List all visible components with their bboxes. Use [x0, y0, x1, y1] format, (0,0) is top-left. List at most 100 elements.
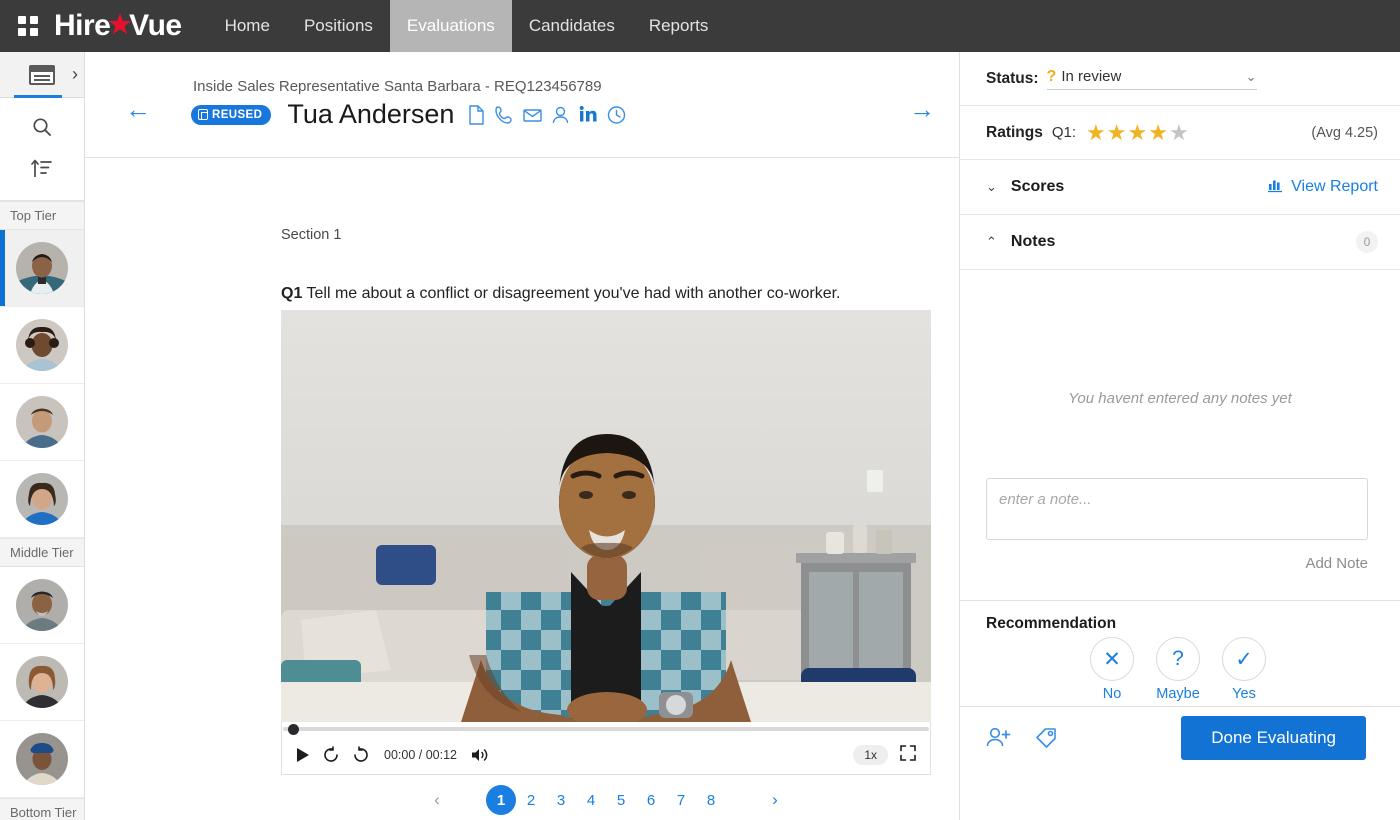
profile-icon[interactable] — [552, 105, 569, 125]
progress-knob[interactable] — [288, 724, 299, 735]
recommendation-yes[interactable]: ✓ Yes — [1222, 637, 1266, 702]
panel-footer: Done Evaluating — [960, 706, 1400, 768]
list-panel-icon[interactable] — [29, 65, 55, 85]
candidate-thumb-3[interactable] — [0, 384, 84, 461]
player-controls: 00:00 / 00:12 1x — [281, 722, 931, 775]
star-4-icon[interactable]: ★ — [1148, 122, 1168, 144]
question-text: Tell me about a conflict or disagreement… — [302, 285, 840, 302]
add-note-button[interactable]: Add Note — [1305, 555, 1368, 572]
video-frame[interactable] — [281, 310, 931, 722]
view-report-link[interactable]: View Report — [1267, 177, 1378, 198]
time-display: 00:00 / 00:12 — [384, 748, 457, 762]
pagination-page-7[interactable]: 7 — [666, 785, 696, 815]
rail-header: › — [0, 52, 84, 98]
position-requisition-line: Inside Sales Representative Santa Barbar… — [193, 78, 602, 95]
status-dropdown[interactable]: ? In review ⌄ — [1047, 68, 1257, 90]
star-3-icon[interactable]: ★ — [1128, 122, 1148, 144]
evaluation-side-panel: Status: ? In review ⌄ Ratings Q1: ★ ★ ★ … — [959, 52, 1400, 820]
chevron-down-icon[interactable]: ⌄ — [986, 179, 997, 195]
tag-icon[interactable] — [1034, 726, 1058, 750]
pagination-next[interactable]: › — [760, 785, 790, 815]
chevron-up-icon[interactable]: ⌃ — [986, 234, 997, 250]
pagination-page-5[interactable]: 5 — [606, 785, 636, 815]
pagination-page-2[interactable]: 2 — [516, 785, 546, 815]
interview-main-panel: ← → Inside Sales Representative Santa Ba… — [85, 52, 959, 820]
note-input-wrapper — [986, 478, 1368, 540]
phone-icon[interactable] — [495, 105, 513, 125]
recommendation-no-label: No — [1103, 686, 1122, 702]
status-badge-label: REUSED — [212, 109, 262, 121]
view-report-label: View Report — [1291, 178, 1378, 196]
rewind-icon[interactable] — [322, 746, 340, 764]
brand-star-icon: ★ — [108, 9, 131, 40]
tier-label-middle: Middle Tier — [0, 538, 84, 567]
pagination-page-4[interactable]: 4 — [576, 785, 606, 815]
star-2-icon[interactable]: ★ — [1107, 122, 1127, 144]
fullscreen-icon[interactable] — [900, 745, 916, 766]
star-rating[interactable]: ★ ★ ★ ★ ★ — [1086, 122, 1189, 144]
email-icon[interactable] — [523, 105, 542, 125]
previous-candidate-arrow[interactable]: ← — [123, 96, 153, 122]
resume-document-icon[interactable] — [468, 105, 485, 125]
nav-item-candidates[interactable]: Candidates — [512, 0, 632, 52]
search-icon[interactable] — [0, 106, 84, 148]
recommendation-maybe[interactable]: ? Maybe — [1156, 637, 1200, 702]
volume-icon[interactable] — [471, 747, 489, 763]
play-icon[interactable] — [296, 747, 310, 763]
next-candidate-arrow[interactable]: → — [907, 96, 937, 122]
recommendation-section: Recommendation ✕ No ? Maybe ✓ Yes — [960, 600, 1400, 706]
ratings-row: Ratings Q1: ★ ★ ★ ★ ★ (Avg 4.25) — [960, 106, 1400, 160]
avatar — [16, 396, 68, 448]
video-player: 00:00 / 00:12 1x — [281, 310, 931, 775]
candidate-name-row: REUSED Tua Andersen — [191, 99, 626, 130]
star-5-icon[interactable]: ★ — [1169, 122, 1189, 144]
recommendation-no[interactable]: ✕ No — [1090, 637, 1134, 702]
hirevue-logo[interactable]: Hire★Vue — [54, 9, 182, 43]
rail-active-indicator — [14, 95, 62, 98]
nav-item-reports[interactable]: Reports — [632, 0, 726, 52]
candidate-thumb-7[interactable] — [0, 721, 84, 798]
done-evaluating-button[interactable]: Done Evaluating — [1181, 716, 1366, 760]
note-input[interactable] — [987, 479, 1367, 539]
nav-item-positions[interactable]: Positions — [287, 0, 390, 52]
candidate-thumb-1[interactable] — [0, 230, 84, 307]
add-user-icon[interactable] — [986, 726, 1012, 750]
question-icon: ? — [1156, 637, 1200, 681]
pagination-page-3[interactable]: 3 — [546, 785, 576, 815]
question-mark-icon: ? — [1047, 68, 1057, 86]
pagination-prev[interactable]: ‹ — [422, 785, 452, 815]
fast-forward-icon[interactable] — [352, 746, 370, 764]
app-grid-icon[interactable] — [14, 12, 42, 40]
nav-item-home[interactable]: Home — [208, 0, 287, 52]
sort-icon[interactable] — [0, 148, 84, 190]
status-row: Status: ? In review ⌄ — [960, 52, 1400, 106]
candidate-thumb-6[interactable] — [0, 644, 84, 721]
avatar — [16, 733, 68, 785]
candidate-list-rail: › Top Tier — [0, 52, 85, 820]
pagination-page-8[interactable]: 8 — [696, 785, 726, 815]
progress-scrubber[interactable] — [282, 722, 930, 736]
ratings-label: Ratings — [986, 124, 1043, 142]
playback-speed-button[interactable]: 1x — [853, 745, 888, 765]
star-1-icon[interactable]: ★ — [1086, 122, 1106, 144]
chevron-right-icon[interactable]: › — [72, 64, 78, 85]
notes-title: Notes — [1011, 233, 1055, 251]
control-row: 00:00 / 00:12 1x — [282, 736, 930, 774]
avatar — [16, 579, 68, 631]
tier-label-bottom: Bottom Tier — [0, 798, 84, 820]
linkedin-icon[interactable] — [579, 105, 597, 125]
candidate-thumb-5[interactable] — [0, 567, 84, 644]
clock-icon[interactable] — [607, 105, 626, 125]
question-number: Q1 — [281, 285, 302, 302]
pagination-page-6[interactable]: 6 — [636, 785, 666, 815]
scores-section-header[interactable]: ⌄ Scores View Report — [960, 160, 1400, 215]
pagination-page-1[interactable]: 1 — [486, 785, 516, 815]
top-navigation-bar: Hire★Vue Home Positions Evaluations Cand… — [0, 0, 1400, 52]
candidate-thumb-4[interactable] — [0, 461, 84, 538]
candidate-thumb-2[interactable] — [0, 307, 84, 384]
average-rating: (Avg 4.25) — [1311, 125, 1378, 141]
notes-count-badge: 0 — [1356, 231, 1378, 253]
notes-section-header[interactable]: ⌃ Notes 0 — [960, 215, 1400, 270]
question-pagination: ‹ 1 2 3 4 5 6 7 8 › — [281, 785, 931, 815]
nav-item-evaluations[interactable]: Evaluations — [390, 0, 512, 52]
